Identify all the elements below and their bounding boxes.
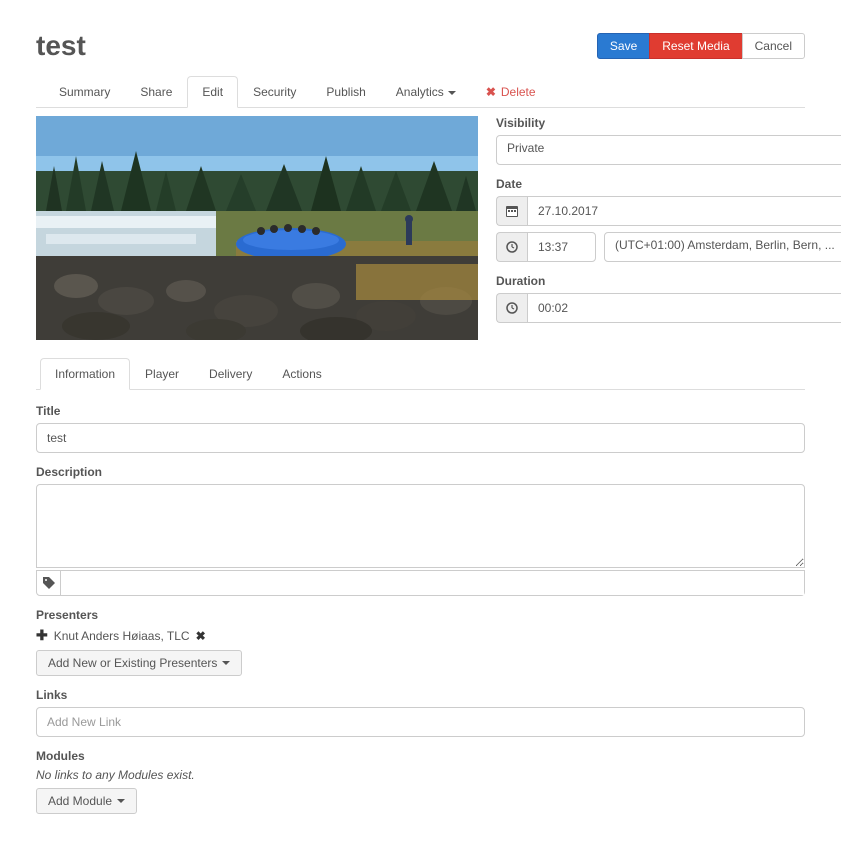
description-label: Description: [36, 465, 805, 479]
header-buttons: Save Reset Media Cancel: [597, 33, 805, 59]
description-textarea[interactable]: [36, 484, 805, 568]
clock-icon: [496, 293, 527, 323]
visibility-select[interactable]: Private: [496, 135, 841, 165]
chevron-down-icon: [222, 661, 230, 665]
duration-label: Duration: [496, 274, 841, 288]
tab-edit[interactable]: Edit: [187, 76, 238, 108]
save-button[interactable]: Save: [597, 33, 650, 59]
page-title: test: [36, 30, 86, 62]
main-tabs: Summary Share Edit Security Publish Anal…: [36, 76, 805, 108]
title-input[interactable]: [36, 423, 805, 453]
tab-security[interactable]: Security: [238, 76, 311, 108]
reset-media-button[interactable]: Reset Media: [649, 33, 742, 59]
subtab-information[interactable]: Information: [40, 358, 130, 390]
clock-icon: [496, 232, 527, 262]
visibility-label: Visibility: [496, 116, 841, 130]
tab-publish[interactable]: Publish: [311, 76, 380, 108]
links-input[interactable]: [36, 707, 805, 737]
presenters-label: Presenters: [36, 608, 805, 622]
presenter-row: ✚ Knut Anders Høiaas, TLC ✖: [36, 627, 805, 644]
tab-summary[interactable]: Summary: [44, 76, 125, 108]
timezone-select[interactable]: (UTC+01:00) Amsterdam, Berlin, Bern, ...: [604, 232, 841, 262]
duration-input[interactable]: [527, 293, 841, 323]
tab-analytics[interactable]: Analytics: [381, 76, 471, 108]
cancel-button[interactable]: Cancel: [742, 33, 805, 59]
links-label: Links: [36, 688, 805, 702]
subtab-player[interactable]: Player: [130, 358, 194, 390]
date-label: Date: [496, 177, 841, 191]
modules-label: Modules: [36, 749, 805, 763]
add-presenter-button[interactable]: Add New or Existing Presenters: [36, 650, 242, 676]
presenter-name: Knut Anders Høiaas, TLC: [54, 629, 190, 643]
plus-icon[interactable]: ✚: [36, 627, 48, 644]
date-input[interactable]: [527, 196, 841, 226]
subtab-actions[interactable]: Actions: [267, 358, 336, 390]
add-module-button[interactable]: Add Module: [36, 788, 137, 814]
sub-tabs: Information Player Delivery Actions: [36, 358, 805, 390]
title-label: Title: [36, 404, 805, 418]
tab-delete[interactable]: ✖Delete: [471, 76, 551, 108]
tag-icon: [37, 571, 61, 595]
modules-empty-text: No links to any Modules exist.: [36, 768, 805, 782]
media-thumbnail: [36, 116, 478, 340]
remove-presenter-icon[interactable]: ✖: [196, 629, 206, 643]
tags-input[interactable]: [61, 571, 804, 595]
tab-share[interactable]: Share: [125, 76, 187, 108]
chevron-down-icon: [117, 799, 125, 803]
time-input[interactable]: [527, 232, 596, 262]
calendar-icon: [496, 196, 527, 226]
chevron-down-icon: [448, 91, 456, 95]
delete-icon: ✖: [486, 85, 496, 99]
subtab-delivery[interactable]: Delivery: [194, 358, 267, 390]
